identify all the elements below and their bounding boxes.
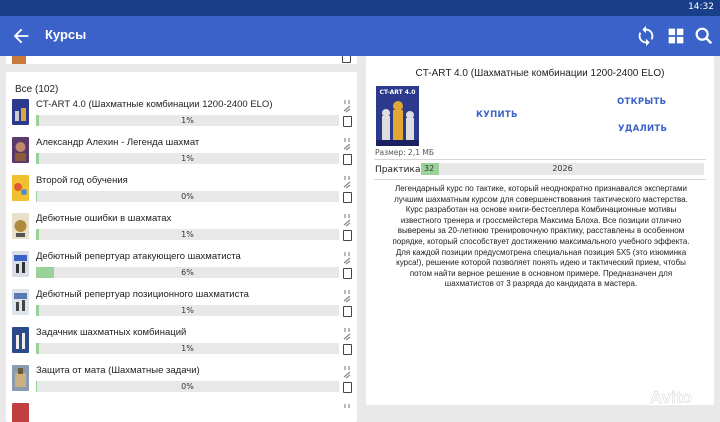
course-description: Легендарный курс по тактике, который нео… bbox=[392, 184, 690, 289]
practice-total: 2026 bbox=[552, 164, 573, 173]
course-row[interactable]: CT-ART 4.0 (Шахматные комбинации 1200-24… bbox=[6, 99, 357, 137]
progress-bar: 1% bbox=[36, 343, 339, 354]
progress-label: 1% bbox=[181, 306, 194, 315]
progress-label: 1% bbox=[181, 344, 194, 353]
sync-status-icon bbox=[344, 404, 350, 408]
checkbox[interactable] bbox=[343, 306, 352, 317]
avito-watermark: Avito bbox=[628, 385, 712, 407]
course-thumbnail bbox=[12, 99, 29, 125]
course-thumbnail bbox=[12, 137, 29, 163]
divider bbox=[374, 159, 706, 160]
sync-status-icon bbox=[343, 290, 351, 303]
progress-bar: 1% bbox=[36, 153, 339, 164]
progress-bar: 0% bbox=[36, 191, 339, 202]
list-header: Все (102) bbox=[15, 84, 59, 95]
checkbox[interactable] bbox=[342, 56, 351, 63]
course-title: Защита от мата (Шахматные задачи) bbox=[36, 365, 200, 376]
back-arrow-icon[interactable] bbox=[10, 25, 32, 47]
checkbox[interactable] bbox=[343, 268, 352, 279]
course-row-partial[interactable] bbox=[6, 403, 357, 422]
progress-label: 6% bbox=[181, 268, 194, 277]
page-title: Курсы bbox=[45, 27, 87, 42]
sync-status-icon bbox=[343, 214, 351, 227]
search-icon[interactable] bbox=[693, 25, 715, 47]
sync-status-icon bbox=[343, 176, 351, 189]
file-size: Размер: 2,1 МБ bbox=[375, 148, 434, 157]
avito-logo-icon: Avito bbox=[630, 388, 692, 407]
course-title: Задачник шахматных комбинаций bbox=[36, 327, 187, 338]
course-title: CT-ART 4.0 (Шахматные комбинации 1200-24… bbox=[36, 99, 273, 110]
course-thumbnail bbox=[12, 403, 29, 422]
progress-bar: 0% bbox=[36, 381, 339, 392]
sync-status-icon bbox=[343, 328, 351, 341]
course-row[interactable]: Александр Алехин - Легенда шахмат 1% bbox=[6, 137, 357, 175]
checkbox[interactable] bbox=[343, 344, 352, 355]
sync-icon[interactable] bbox=[635, 25, 657, 47]
progress-label: 0% bbox=[181, 382, 194, 391]
course-row[interactable]: Дебютный репертуар позиционного шахматис… bbox=[6, 289, 357, 327]
checkbox[interactable] bbox=[343, 382, 352, 393]
sync-status-icon bbox=[343, 100, 351, 113]
checkbox[interactable] bbox=[343, 192, 352, 203]
progress-label: 1% bbox=[181, 154, 194, 163]
course-thumbnail bbox=[12, 327, 29, 353]
course-thumbnail bbox=[12, 175, 29, 201]
progress-label: 1% bbox=[181, 116, 194, 125]
status-bar: 14:32 bbox=[0, 0, 720, 16]
course-title: Дебютные ошибки в шахматах bbox=[36, 213, 172, 224]
grid-icon[interactable] bbox=[665, 25, 687, 47]
progress-bar: 1% bbox=[36, 305, 339, 316]
app-bar: Курсы bbox=[0, 16, 720, 56]
course-row[interactable]: Защита от мата (Шахматные задачи) 0% bbox=[6, 365, 357, 403]
course-row[interactable]: Дебютный репертуар атакующего шахматиста… bbox=[6, 251, 357, 289]
checkbox[interactable] bbox=[343, 154, 352, 165]
course-thumbnail bbox=[12, 251, 29, 277]
course-thumbnail bbox=[12, 56, 26, 64]
course-row[interactable]: Дебютные ошибки в шахматах 1% bbox=[6, 213, 357, 251]
course-thumbnail bbox=[12, 365, 29, 391]
sync-status-icon bbox=[343, 138, 351, 151]
checkbox[interactable] bbox=[343, 230, 352, 241]
course-cover-image: CT-ART 4.0 bbox=[376, 86, 419, 146]
sync-status-icon bbox=[343, 366, 351, 379]
progress-bar: 1% bbox=[36, 229, 339, 240]
status-time: 14:32 bbox=[688, 2, 714, 12]
practice-progress-bar: 32 2026 bbox=[421, 163, 704, 175]
course-list: Все (102) CT-ART 4.0 (Шахматные комбинац… bbox=[6, 72, 357, 422]
watermark-text: Avito bbox=[650, 388, 692, 407]
progress-label: 1% bbox=[181, 230, 194, 239]
buy-button[interactable]: КУПИТЬ bbox=[476, 110, 518, 120]
chess-pieces-icon bbox=[376, 101, 419, 146]
practice-label: Практика: bbox=[375, 165, 424, 175]
course-row[interactable]: Второй год обучения 0% bbox=[6, 175, 357, 213]
detail-title: CT-ART 4.0 (Шахматные комбинации 1200-24… bbox=[415, 68, 665, 79]
sync-status-icon bbox=[343, 252, 351, 265]
app-root: 14:32 Курсы Все (102) CT-ART 4.0 (Шахмат… bbox=[0, 0, 720, 422]
course-row[interactable]: Задачник шахматных комбинаций 1% bbox=[6, 327, 357, 365]
course-thumbnail bbox=[12, 289, 29, 315]
list-item-partial bbox=[6, 56, 357, 64]
course-detail-panel: CT-ART 4.0 (Шахматные комбинации 1200-24… bbox=[366, 56, 714, 405]
progress-label: 0% bbox=[181, 192, 194, 201]
open-button[interactable]: ОТКРЫТЬ bbox=[617, 97, 666, 107]
course-title: Александр Алехин - Легенда шахмат bbox=[36, 137, 200, 148]
delete-button[interactable]: УДАЛИТЬ bbox=[618, 124, 667, 134]
course-title: Второй год обучения bbox=[36, 175, 128, 186]
course-title: Дебютный репертуар позиционного шахматис… bbox=[36, 289, 249, 300]
course-thumbnail bbox=[12, 213, 29, 239]
course-title: Дебютный репертуар атакующего шахматиста bbox=[36, 251, 241, 262]
checkbox[interactable] bbox=[343, 116, 352, 127]
progress-bar: 1% bbox=[36, 115, 339, 126]
progress-bar: 6% bbox=[36, 267, 339, 278]
divider bbox=[374, 179, 706, 180]
